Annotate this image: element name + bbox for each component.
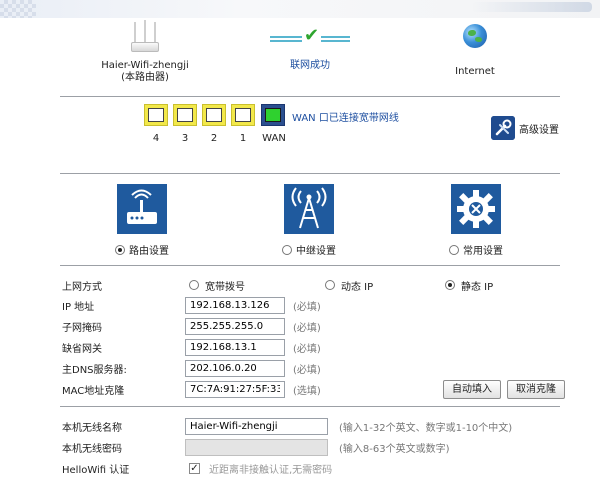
mask-label: 子网掩码 [62, 322, 102, 334]
router-icon [117, 184, 167, 234]
password-hint: (输入8-63个英文或数字) [339, 443, 450, 455]
wan-type-label: 上网方式 [62, 281, 102, 293]
hellowifi-desc: 近距离非接触认证,无需密码 [209, 464, 333, 476]
banner-pattern [0, 0, 36, 18]
wan-type-dhcp[interactable]: 动态 IP [325, 278, 373, 293]
port-label: 3 [181, 133, 189, 144]
password-label: 本机无线密码 [62, 443, 122, 455]
dns-row: 主DNS服务器: (必填) [62, 359, 562, 377]
wifi-password-input[interactable] [185, 438, 328, 456]
port-label: 4 [152, 133, 160, 144]
mask-row: 子网掩码 (必填) [62, 317, 562, 335]
dns-label: 主DNS服务器: [62, 364, 127, 376]
wan-type-pppoe[interactable]: 宽带拨号 [189, 278, 245, 293]
divider [60, 173, 560, 174]
auto-fill-button[interactable]: 自动填入 [443, 379, 501, 399]
ip-row: IP 地址 (必填) [62, 296, 562, 314]
divider [60, 265, 560, 266]
ssid-label: 本机无线名称 [62, 422, 122, 434]
gateway-required-hint: (必填) [293, 343, 321, 355]
mode-router-radio[interactable] [115, 244, 125, 255]
lan-port-3 [173, 104, 197, 126]
mac-clone-input[interactable] [185, 380, 285, 398]
wan-type-row: 上网方式 宽带拨号 动态 IP 静态 IP [62, 276, 562, 294]
static-label: 静态 IP [461, 281, 494, 293]
hellowifi-label: HelloWifi 认证 [62, 464, 130, 476]
gateway-input[interactable] [185, 338, 285, 356]
gateway-label: 缺省网关 [62, 343, 102, 355]
check-icon: ✔ [302, 25, 322, 46]
ip-required-hint: (必填) [293, 301, 321, 313]
pppoe-radio[interactable] [189, 280, 199, 290]
divider [60, 406, 560, 407]
gateway-row: 缺省网关 (必填) [62, 338, 562, 356]
hellowifi-checkbox[interactable]: ✓ [189, 462, 200, 474]
connection-status-text: 联网成功 [290, 60, 330, 71]
mask-required-hint: (必填) [293, 322, 321, 334]
ssid-row: 本机无线名称 (输入1-32个英文、数字或1-10个中文) [62, 417, 562, 435]
divider [60, 96, 560, 97]
dhcp-label: 动态 IP [341, 281, 374, 293]
cancel-clone-button[interactable]: 取消克隆 [507, 379, 565, 399]
mode-common-radio[interactable] [449, 244, 459, 255]
gear-icon [451, 184, 501, 234]
dns-required-hint: (必填) [293, 364, 321, 376]
subnet-mask-input[interactable] [185, 317, 285, 335]
tower-icon [284, 184, 334, 234]
advanced-settings-button[interactable]: 高级设置 [491, 116, 559, 140]
mac-label: MAC地址克隆 [62, 385, 125, 397]
mode-repeater-label: 中继设置 [296, 246, 336, 257]
top-banner [0, 0, 600, 18]
wrench-screwdriver-icon [491, 116, 515, 140]
hellowifi-row: HelloWifi 认证 ✓ 近距离非接触认证,无需密码 [62, 459, 562, 477]
globe-icon [463, 24, 487, 48]
mode-router[interactable]: 路由设置 [97, 184, 187, 257]
wan-port [261, 104, 285, 126]
router-status: Haier-Wifi-zhengji (本路由器) [90, 20, 200, 84]
port-label: 1 [239, 133, 247, 144]
pppoe-label: 宽带拨号 [205, 281, 245, 293]
mode-common[interactable]: 常用设置 [431, 184, 521, 257]
ssid-hint: (输入1-32个英文、数字或1-10个中文) [339, 422, 513, 434]
connection-line: ✔ [270, 25, 350, 48]
password-row: 本机无线密码 (输入8-63个英文或数字) [62, 438, 562, 456]
banner-watermark [472, 2, 592, 12]
static-radio[interactable] [445, 280, 455, 290]
port-label: 2 [210, 133, 218, 144]
internet-label: Internet [455, 66, 495, 77]
wan-type-static[interactable]: 静态 IP [445, 278, 493, 293]
status-row: Haier-Wifi-zhengji (本路由器) ✔ 联网成功 Interne… [60, 18, 560, 88]
mode-router-label: 路由设置 [129, 246, 169, 257]
mode-repeater-radio[interactable] [282, 244, 292, 255]
dns-input[interactable] [185, 359, 285, 377]
router-subtitle: (本路由器) [121, 72, 169, 83]
wan-status-text: WAN 口已连接宽带网线 [292, 113, 399, 124]
port-label: WAN [262, 133, 286, 144]
lan-port-2 [202, 104, 226, 126]
internet-status: Internet [440, 20, 510, 78]
advanced-settings-label: 高级设置 [519, 124, 559, 136]
router-name: Haier-Wifi-zhengji [101, 60, 189, 71]
router-device-icon [125, 20, 165, 60]
mac-row: MAC地址克隆 (选填) 自动填入 取消克隆 [62, 379, 565, 399]
ip-address-input[interactable] [185, 296, 285, 314]
ip-label: IP 地址 [62, 301, 95, 313]
connection-status: ✔ 联网成功 [265, 20, 355, 72]
mode-common-label: 常用设置 [463, 246, 503, 257]
mode-repeater[interactable]: 中继设置 [264, 184, 354, 257]
mac-optional-hint: (选填) [293, 385, 321, 397]
dhcp-radio[interactable] [325, 280, 335, 290]
lan-port-4 [144, 104, 168, 126]
lan-port-1 [231, 104, 255, 126]
ssid-input[interactable] [185, 417, 328, 435]
